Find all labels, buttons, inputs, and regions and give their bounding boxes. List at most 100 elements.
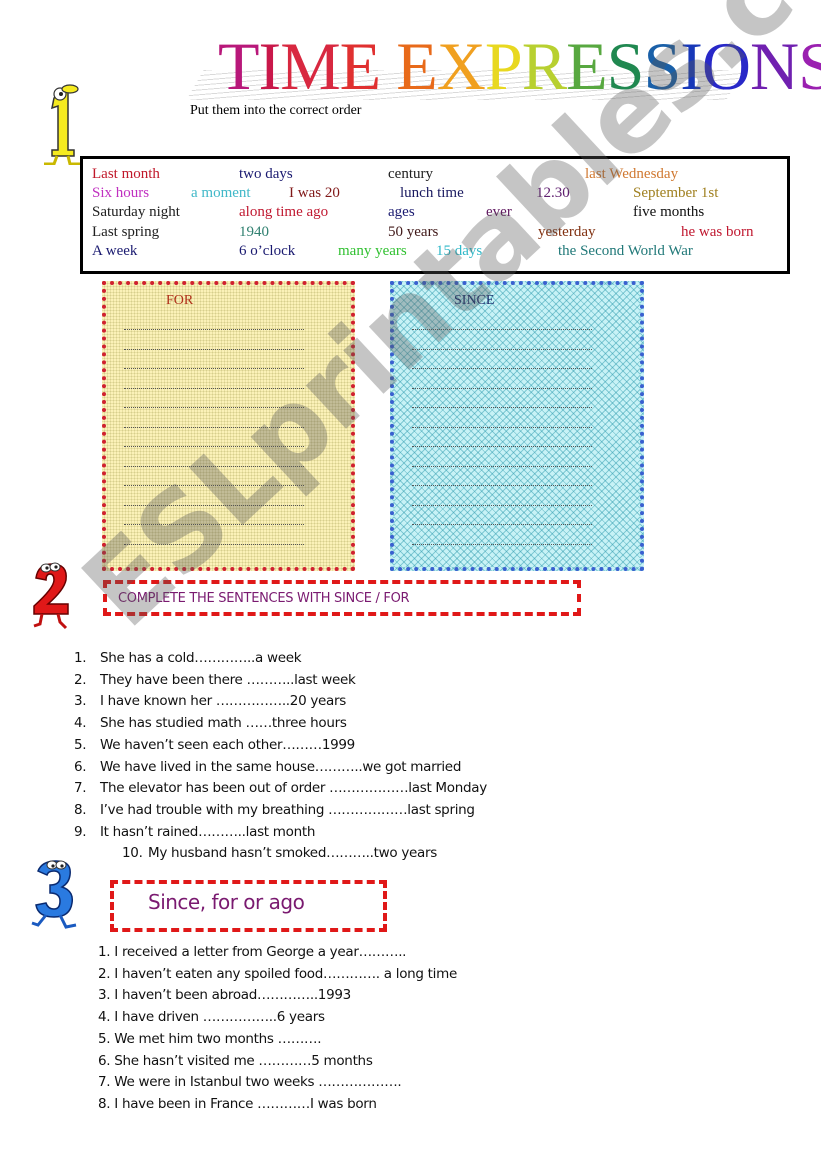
writing-line[interactable]: [412, 465, 592, 467]
sentence-text: I have known her ……………..20 years: [100, 693, 347, 710]
writing-line[interactable]: [412, 368, 592, 369]
exercise-sentence: 2. I haven’t eaten any spoiled food………….…: [98, 965, 457, 982]
sentence-text: I’ve had trouble with my breathing ………………: [100, 801, 475, 818]
word-bank-item: I was 20: [289, 185, 340, 201]
word-bank-item: Last month: [92, 166, 160, 182]
sentence-text: She has studied math ……three hours: [100, 715, 347, 732]
writing-line[interactable]: [124, 504, 304, 506]
number-three-cartoon-icon: [30, 857, 80, 932]
exercise-sentence: 4. She has studied math ……three hours: [74, 715, 347, 731]
exercise-sentence: 4. I have driven ……………..6 years: [98, 1009, 325, 1026]
word-bank-item: 50 years: [388, 224, 439, 240]
word-bank-item: ever: [486, 204, 512, 220]
word-bank-item: century: [388, 166, 433, 182]
exercise-sentence: 5. We met him two months ……….: [98, 1030, 322, 1047]
word-bank-item: lunch time: [400, 185, 464, 201]
word-bank-item: along time ago: [239, 204, 329, 220]
writing-line[interactable]: [412, 407, 592, 408]
writing-line[interactable]: [124, 329, 304, 330]
sentence-number: 1.: [74, 650, 87, 666]
sentence-number: 5.: [74, 736, 87, 753]
word-bank-item: 6 o’clock: [239, 243, 296, 259]
word-bank-item: 15 days: [436, 243, 483, 259]
for-column-title: FOR: [166, 293, 194, 308]
exercise-sentence: 3. I have known her ……………..20 years: [74, 693, 346, 709]
writing-line[interactable]: [412, 524, 592, 525]
exercise-sentence: 8. I have been in France …………I was born: [98, 1095, 377, 1112]
writing-line[interactable]: [412, 329, 592, 330]
title-letter: [380, 30, 396, 102]
sentence-number: 2.: [74, 671, 87, 688]
title-letter: S: [606, 28, 645, 104]
sentence-number: 10.: [122, 845, 143, 862]
writing-line[interactable]: [124, 446, 304, 447]
number-two-cartoon-icon: [30, 560, 75, 630]
writing-line[interactable]: [412, 543, 592, 545]
writing-line[interactable]: [124, 543, 304, 545]
title-letter: E: [339, 28, 382, 104]
title-letter: R: [521, 28, 567, 104]
exercise-sentence: 7. We were in Istanbul two weeks ……………….: [98, 1074, 402, 1091]
writing-line[interactable]: [124, 524, 304, 525]
title-letter: O: [701, 28, 751, 104]
title-letter: X: [436, 28, 486, 104]
word-bank-item: September 1st: [633, 185, 719, 201]
word-bank-item: five months: [633, 204, 705, 220]
word-bank-item: a moment: [191, 185, 251, 201]
exercise-sentence: 8. I’ve had trouble with my breathing …………: [74, 802, 475, 818]
writing-line[interactable]: [124, 407, 304, 408]
word-bank-box: Last month two days century last Wednesday S…: [80, 156, 790, 274]
word-bank-item: 1940: [239, 224, 269, 240]
title-letter: S: [798, 28, 821, 104]
writing-line[interactable]: [412, 348, 592, 350]
exercise-sentence: 10. My husband hasn’t smoked………..two year…: [122, 845, 437, 861]
sentence-text: They have been there ………..last week: [100, 671, 356, 688]
word-bank-item: ages: [388, 204, 415, 220]
word-bank-item: Six hours: [92, 185, 150, 201]
sentence-text: It hasn’t rained………..last month: [100, 823, 316, 840]
sentence-number: 4.: [74, 715, 87, 732]
word-bank-item: yesterday: [538, 224, 596, 240]
number-one-cartoon-icon: [40, 80, 85, 166]
writing-line[interactable]: [124, 465, 304, 467]
page-title: TIME EXPRESSIONS: [218, 30, 821, 102]
since-column-box: SINCE: [390, 281, 644, 571]
sentence-number: 7.: [74, 780, 87, 797]
sentence-number: 9.: [74, 823, 87, 840]
title-letter: I: [680, 28, 703, 104]
word-bank-item: Last spring: [92, 224, 160, 240]
sentence-number: 3.: [74, 693, 87, 710]
writing-line[interactable]: [412, 446, 592, 447]
section-3-heading: Since, for or ago: [148, 890, 305, 914]
since-column-title: SINCE: [454, 293, 495, 308]
writing-line[interactable]: [412, 485, 592, 486]
exercise-sentence: 1. She has a cold…………..a week: [74, 650, 302, 666]
word-bank-item: the Second World War: [558, 243, 693, 259]
word-bank-item: two days: [239, 166, 293, 182]
writing-line[interactable]: [412, 504, 592, 506]
title-letter: S: [643, 28, 681, 104]
title-letter: T: [218, 28, 260, 104]
exercise-sentence: 2. They have been there ………..last week: [74, 672, 356, 688]
section-2-heading: COMPLETE THE SENTENCES WITH SINCE / FOR: [118, 591, 410, 606]
word-bank-item: he was born: [681, 224, 754, 240]
writing-line[interactable]: [124, 485, 304, 486]
title-letter: E: [566, 28, 608, 104]
word-bank-item: A week: [92, 243, 138, 259]
writing-line[interactable]: [124, 368, 304, 369]
writing-line[interactable]: [124, 426, 304, 428]
exercise-sentence: 1. I received a letter from George a yea…: [98, 944, 407, 960]
sentence-text: We haven’t seen each other………1999: [100, 736, 355, 753]
title-letter: E: [396, 28, 438, 104]
writing-line[interactable]: [124, 348, 304, 350]
writing-line[interactable]: [412, 387, 592, 389]
sentence-text: My husband hasn’t smoked………..two years: [148, 845, 438, 862]
title-letter: N: [750, 28, 799, 104]
sentence-text: She has a cold…………..a week: [100, 650, 302, 666]
word-bank-item: Saturday night: [92, 204, 180, 220]
instruction-text: Put them into the correct order: [190, 103, 362, 118]
word-bank-item: 12.30: [536, 185, 570, 201]
exercise-sentence: 9. It hasn’t rained………..last month: [74, 824, 315, 840]
writing-line[interactable]: [412, 426, 592, 428]
writing-line[interactable]: [124, 387, 304, 389]
